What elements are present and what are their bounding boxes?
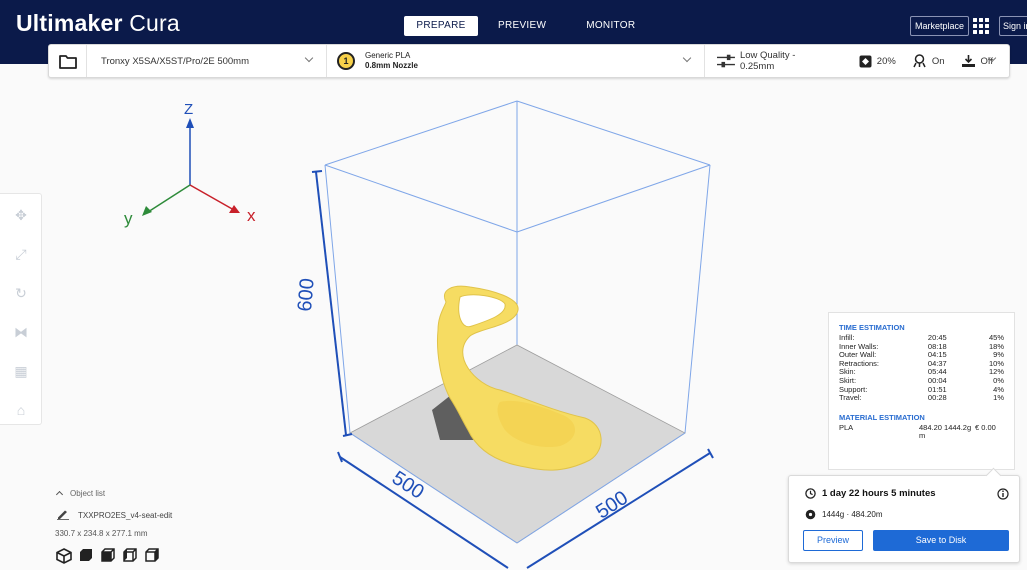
support-value: On <box>931 55 945 67</box>
material-selector[interactable]: 1 Generic PLA 0.8mm Nozzle <box>327 45 705 77</box>
table-row: Travel: 00:28 1% <box>839 394 1004 403</box>
material-info: Generic PLA 0.8mm Nozzle <box>365 51 418 71</box>
mirror-icon: ⧓ <box>14 323 28 340</box>
support-icon <box>913 54 926 68</box>
apps-grid-icon[interactable] <box>973 18 989 34</box>
row-percent: 1% <box>993 393 1004 403</box>
spool-icon <box>805 509 816 520</box>
camera-view-buttons <box>55 547 172 565</box>
material-estimation-title: MATERIAL ESTIMATION <box>839 412 925 422</box>
material-cost: € 0.00 <box>975 422 996 432</box>
rotate-tool-button[interactable]: ↻ <box>0 275 42 311</box>
folder-icon <box>58 54 77 69</box>
extruder-badge: 1 <box>337 52 355 70</box>
material-summary-value: 1444g · 484.20m <box>822 510 883 519</box>
save-to-disk-button[interactable]: Save to Disk <box>873 530 1009 551</box>
logo-light: Cura <box>122 10 180 36</box>
object-dimensions: 330.7 x 234.8 x 277.1 mm <box>55 529 148 538</box>
material-type: PLA <box>839 422 854 432</box>
table-row: Retractions: 04:37 10% <box>839 359 1004 369</box>
per-model-settings-button[interactable]: ▦ <box>0 353 42 389</box>
nozzle-size: 0.8mm Nozzle <box>365 61 418 70</box>
dim-height-label: 600 <box>294 277 319 312</box>
printer-name: Tronxy X5SA/X5ST/Pro/2E 500mm <box>101 55 250 67</box>
view-top-icon[interactable] <box>99 547 117 565</box>
object-file-name: TXXPRO2ES_v4-seat-edit <box>78 510 173 520</box>
support-blocker-button[interactable]: ⌂ <box>0 392 42 428</box>
axis-gizmo: Z x y <box>124 101 256 228</box>
scale-tool-button[interactable]: ⤢ <box>0 236 42 272</box>
printer-selector[interactable]: Tronxy X5SA/X5ST/Pro/2E 500mm <box>87 45 327 77</box>
clock-icon <box>805 488 816 499</box>
mirror-tool-button[interactable]: ⧓ <box>0 314 42 350</box>
row-label: Travel: <box>839 393 862 403</box>
sliders-icon <box>717 54 735 68</box>
move-icon: ✥ <box>15 206 27 223</box>
preview-button[interactable]: Preview <box>803 530 863 551</box>
support-setting: On <box>912 54 945 68</box>
object-list-item[interactable]: TXXPRO2ES_v4-seat-edit <box>55 510 172 520</box>
info-icon[interactable] <box>997 488 1009 500</box>
view-3d-icon[interactable] <box>55 547 73 565</box>
view-right-icon[interactable] <box>143 547 161 565</box>
view-front-icon[interactable] <box>77 547 95 565</box>
row-time: 00:28 <box>927 393 947 403</box>
per-model-settings-icon: ▦ <box>14 362 28 379</box>
support-blocker-icon: ⌂ <box>16 402 26 418</box>
dim-depth-label: 500 <box>592 487 632 524</box>
tool-panel: ✥ ⤢ ↻ ⧓ ▦ ⌂ <box>0 193 42 425</box>
adhesion-icon <box>961 55 975 67</box>
time-estimation-title: TIME ESTIMATION <box>839 323 905 332</box>
chevron-up-icon <box>55 490 64 499</box>
axis-y-label: y <box>124 209 133 228</box>
object-list-toggle[interactable]: Object list <box>55 489 172 499</box>
cura-window: 600 500 500 Z x y Ultimaker Cura PREPARE… <box>0 0 1027 570</box>
output-panel: 1 day 22 hours 5 minutes 1444g · 484.20m… <box>788 467 1020 563</box>
chevron-down-icon <box>304 53 314 63</box>
scale-icon: ⤢ <box>15 245 27 262</box>
settings-bar: Tronxy X5SA/X5ST/Pro/2E 500mm 1 Generic … <box>48 44 1010 78</box>
view-left-icon[interactable] <box>121 547 139 565</box>
stage-tabs: PREPARE PREVIEW MONITOR <box>404 16 655 36</box>
quality-label: Low Quality - 0.25mm <box>739 50 796 72</box>
open-file-button[interactable] <box>49 45 87 77</box>
infill-icon <box>859 55 872 67</box>
material-summary: 1444g · 484.20m <box>805 509 883 520</box>
object-list-header: Object list <box>70 489 106 498</box>
quality-setting: Low Quality - 0.25mm <box>717 50 823 72</box>
move-tool-button[interactable]: ✥ <box>0 197 42 233</box>
print-time: 1 day 22 hours 5 minutes <box>805 488 936 499</box>
tab-prepare[interactable]: PREPARE <box>404 16 478 36</box>
tab-preview[interactable]: PREVIEW <box>478 16 566 36</box>
infill-value: 20% <box>876 55 896 67</box>
signin-button[interactable]: Sign in <box>999 16 1027 36</box>
table-row: Skin: 05:44 12% <box>839 368 1004 377</box>
table-row: Support: 01:51 4% <box>839 385 1004 395</box>
axis-z-label: Z <box>184 101 193 118</box>
pencil-icon <box>57 510 69 520</box>
app-logo: Ultimaker Cura <box>16 10 180 37</box>
time-estimation-table: Infill: 20:45 45% Inner Walls: 08:18 18% Out… <box>839 333 1004 403</box>
material-name: Generic PLA <box>365 51 411 60</box>
print-time-value: 1 day 22 hours 5 minutes <box>822 488 936 499</box>
axis-x-label: x <box>247 206 256 225</box>
material-unit: m <box>919 431 926 441</box>
chevron-down-icon <box>682 53 692 63</box>
infill-setting: 20% <box>859 55 896 68</box>
rotate-icon: ↻ <box>15 284 27 301</box>
print-settings-selector[interactable]: Low Quality - 0.25mm 20% On Off <box>705 45 1009 77</box>
marketplace-button[interactable]: Marketplace <box>910 16 970 36</box>
object-list-panel: Object list TXXPRO2ES_v4-seat-edit 330.7… <box>55 489 172 565</box>
logo-bold: Ultimaker <box>16 10 123 36</box>
tab-monitor[interactable]: MONITOR <box>566 16 655 36</box>
material-amount: 484.20 1444.2g <box>919 422 972 432</box>
print-information-panel: TIME ESTIMATION Infill: 20:45 45% Inner Wa… <box>828 312 1015 470</box>
